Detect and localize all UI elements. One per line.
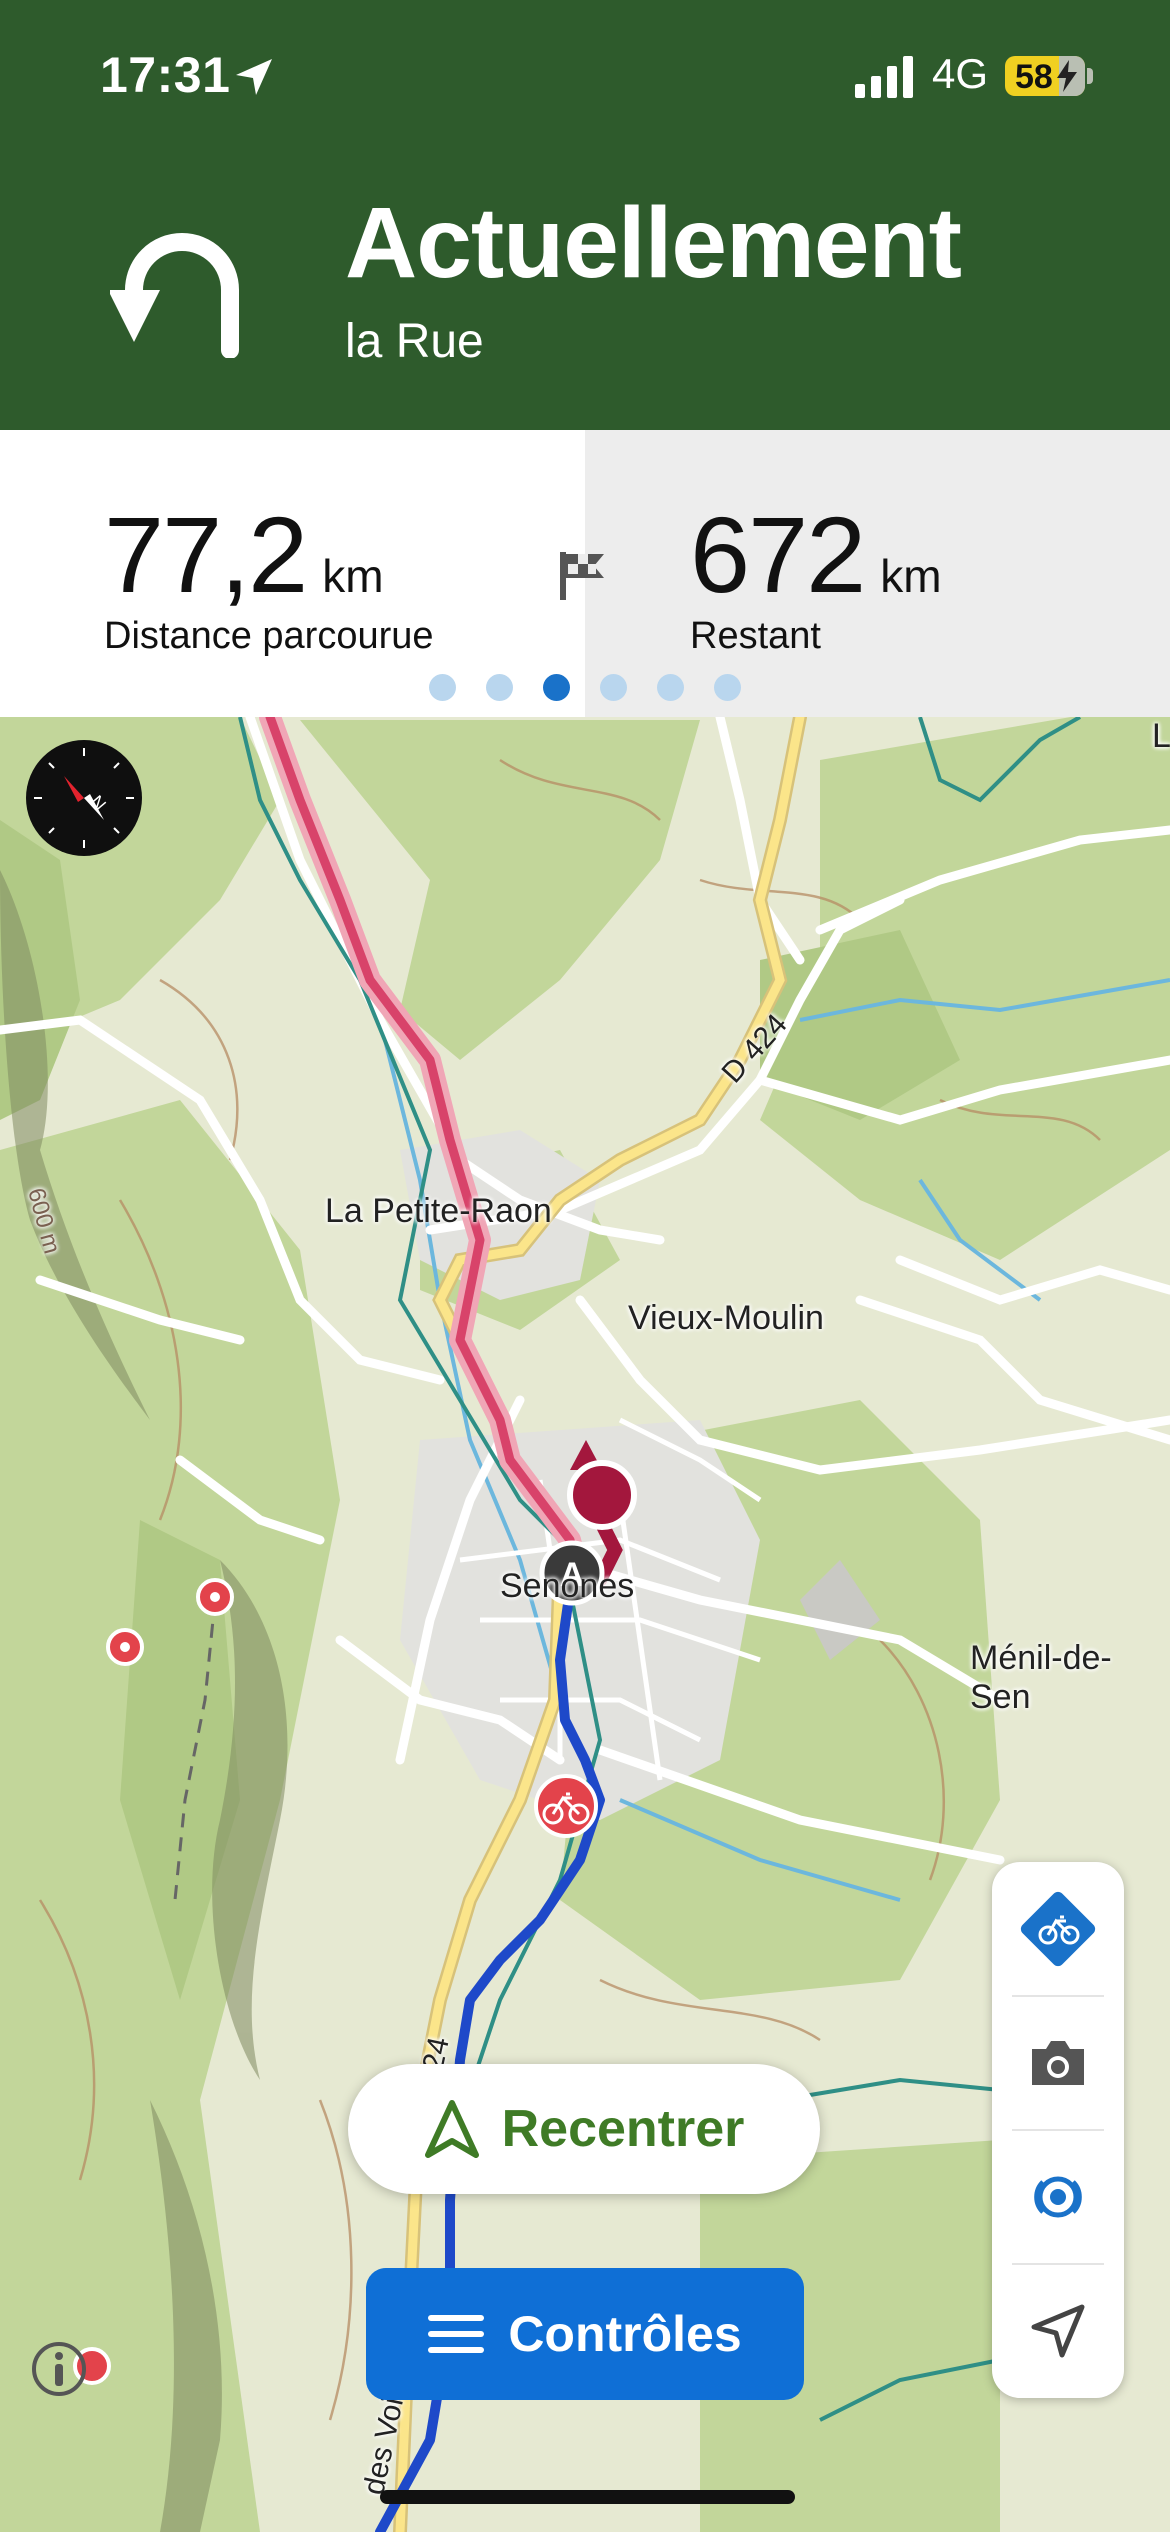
- map-tools-panel: [992, 1862, 1124, 2398]
- controls-button[interactable]: Contrôles: [366, 2268, 804, 2400]
- info-icon[interactable]: [30, 2340, 88, 2398]
- menu-icon: [428, 2315, 485, 2353]
- network-type: 4G: [932, 50, 989, 97]
- street-name: la Rue: [345, 315, 484, 368]
- distance-traveled-unit: km: [322, 550, 384, 602]
- distance-remaining: 672 km Restant: [690, 492, 942, 658]
- page-dot[interactable]: [657, 674, 684, 701]
- distance-traveled: 77,2 km Distance parcourue: [104, 492, 434, 658]
- bike-route-icon: [1020, 1891, 1096, 1967]
- distance-traveled-value: 77,2: [104, 494, 308, 615]
- distance-remaining-unit: km: [880, 550, 942, 602]
- recenter-label: Recentrer: [501, 2100, 745, 2158]
- page-dot[interactable]: [543, 674, 570, 701]
- label-menil-de-sen: Ménil-de-Sen: [970, 1639, 1112, 1716]
- u-turn-left-icon: [110, 233, 239, 358]
- page-indicator[interactable]: [0, 674, 1170, 701]
- distance-traveled-label: Distance parcourue: [104, 615, 434, 657]
- controls-label: Contrôles: [508, 2306, 742, 2362]
- distance-remaining-label: Restant: [690, 615, 821, 657]
- page-dot[interactable]: [714, 674, 741, 701]
- label-edge: L: [1152, 717, 1170, 755]
- navigate-button[interactable]: [992, 2264, 1124, 2398]
- label-vieux-moulin: Vieux-Moulin: [628, 1299, 824, 1337]
- finish-flag-icon: [560, 552, 604, 600]
- navigate-arrow-icon: [1031, 2304, 1085, 2358]
- battery-nub: [1087, 68, 1093, 84]
- broadcast-icon: [1034, 2176, 1082, 2218]
- maneuver-instruction: Actuellement: [345, 187, 962, 299]
- battery-level: 58: [1015, 58, 1053, 96]
- status-time: 17:31: [100, 47, 231, 103]
- recenter-button[interactable]: Recentrer: [348, 2064, 820, 2194]
- trip-stats-carousel[interactable]: 77,2 km Distance parcourue 672 km Restant: [0, 430, 1170, 717]
- compass-icon: N: [34, 748, 134, 848]
- bike-route-button[interactable]: [992, 1862, 1124, 1996]
- page-dot[interactable]: [486, 674, 513, 701]
- signal-bars-icon: [855, 56, 913, 98]
- charging-bolt-icon: [1057, 60, 1077, 92]
- camera-button[interactable]: [992, 1996, 1124, 2130]
- home-indicator: [380, 2490, 795, 2504]
- label-senones: Senones: [500, 1567, 635, 1605]
- navigation-header: 17:31 4G 58 Actuellement la Rue: [0, 0, 1170, 430]
- camera-icon: [1032, 2041, 1084, 2085]
- label-la-petite-raon: La Petite-Raon: [325, 1192, 552, 1230]
- distance-remaining-value: 672: [690, 494, 866, 615]
- bike-poi-icon[interactable]: [534, 1774, 598, 1838]
- page-dot[interactable]: [600, 674, 627, 701]
- live-tracking-button[interactable]: [992, 2130, 1124, 2264]
- location-arrow-icon: [236, 59, 272, 95]
- navigation-arrow-icon: [424, 2100, 479, 2158]
- page-dot[interactable]: [429, 674, 456, 701]
- compass-button[interactable]: N: [26, 740, 142, 856]
